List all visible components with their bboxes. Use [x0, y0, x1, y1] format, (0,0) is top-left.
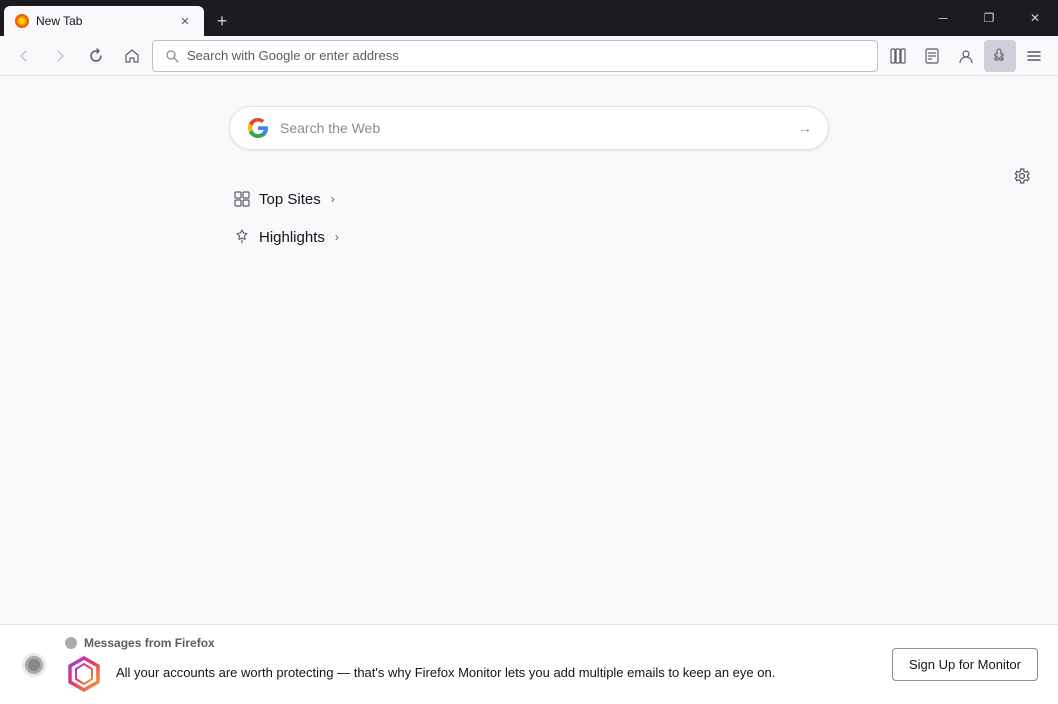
main-content: Search the Web → Top Sites › Highlights …: [0, 76, 1058, 624]
monitor-logo: [64, 654, 104, 694]
banner-text: All your accounts are worth protecting —…: [116, 664, 775, 682]
minimize-button[interactable]: ─: [920, 0, 966, 36]
messages-icon: [64, 636, 78, 650]
tab-title: New Tab: [36, 14, 170, 28]
home-button[interactable]: [116, 40, 148, 72]
google-search-input[interactable]: Search the Web: [280, 120, 788, 136]
banner-firefox-icon: [20, 651, 48, 679]
tab-favicon: [14, 13, 30, 29]
settings-gear-button[interactable]: [1006, 160, 1038, 192]
toolbar-right-buttons: [882, 40, 1050, 72]
top-sites-chevron: ›: [331, 192, 335, 206]
toolbar: Search with Google or enter address: [0, 36, 1058, 76]
tabs-area: New Tab ✕ +: [0, 0, 920, 36]
reader-mode-button[interactable]: [916, 40, 948, 72]
highlights-icon: [233, 228, 251, 246]
top-sites-label: Top Sites: [259, 191, 321, 208]
active-tab[interactable]: New Tab ✕: [4, 6, 204, 36]
search-icon: [165, 49, 179, 63]
window-controls: ─ ❐ ✕: [920, 0, 1058, 36]
top-sites-section[interactable]: Top Sites ›: [229, 180, 829, 218]
extensions-button[interactable]: [984, 40, 1016, 72]
new-tab-button[interactable]: +: [208, 7, 236, 35]
sections-container: Top Sites › Highlights ›: [229, 180, 829, 256]
back-button[interactable]: [8, 40, 40, 72]
banner-title: Messages from Firefox: [64, 636, 876, 650]
address-bar[interactable]: Search with Google or enter address: [152, 40, 878, 72]
close-button[interactable]: ✕: [1012, 0, 1058, 36]
top-sites-icon: [233, 190, 251, 208]
restore-button[interactable]: ❐: [966, 0, 1012, 36]
bottom-banner: Messages from Firefox: [0, 624, 1058, 704]
bookmarks-button[interactable]: [882, 40, 914, 72]
titlebar: New Tab ✕ + ─ ❐ ✕: [0, 0, 1058, 36]
banner-content: Messages from Firefox: [64, 636, 876, 694]
google-search-bar[interactable]: Search the Web →: [229, 106, 829, 150]
tab-close-button[interactable]: ✕: [176, 12, 194, 30]
highlights-chevron: ›: [335, 230, 339, 244]
forward-button[interactable]: [44, 40, 76, 72]
reload-button[interactable]: [80, 40, 112, 72]
google-logo: [246, 116, 270, 140]
account-button[interactable]: [950, 40, 982, 72]
highlights-section[interactable]: Highlights ›: [229, 218, 829, 256]
highlights-label: Highlights: [259, 229, 325, 246]
menu-button[interactable]: [1018, 40, 1050, 72]
search-submit-arrow[interactable]: →: [798, 120, 812, 136]
address-text: Search with Google or enter address: [187, 48, 399, 63]
signup-monitor-button[interactable]: Sign Up for Monitor: [892, 648, 1038, 681]
